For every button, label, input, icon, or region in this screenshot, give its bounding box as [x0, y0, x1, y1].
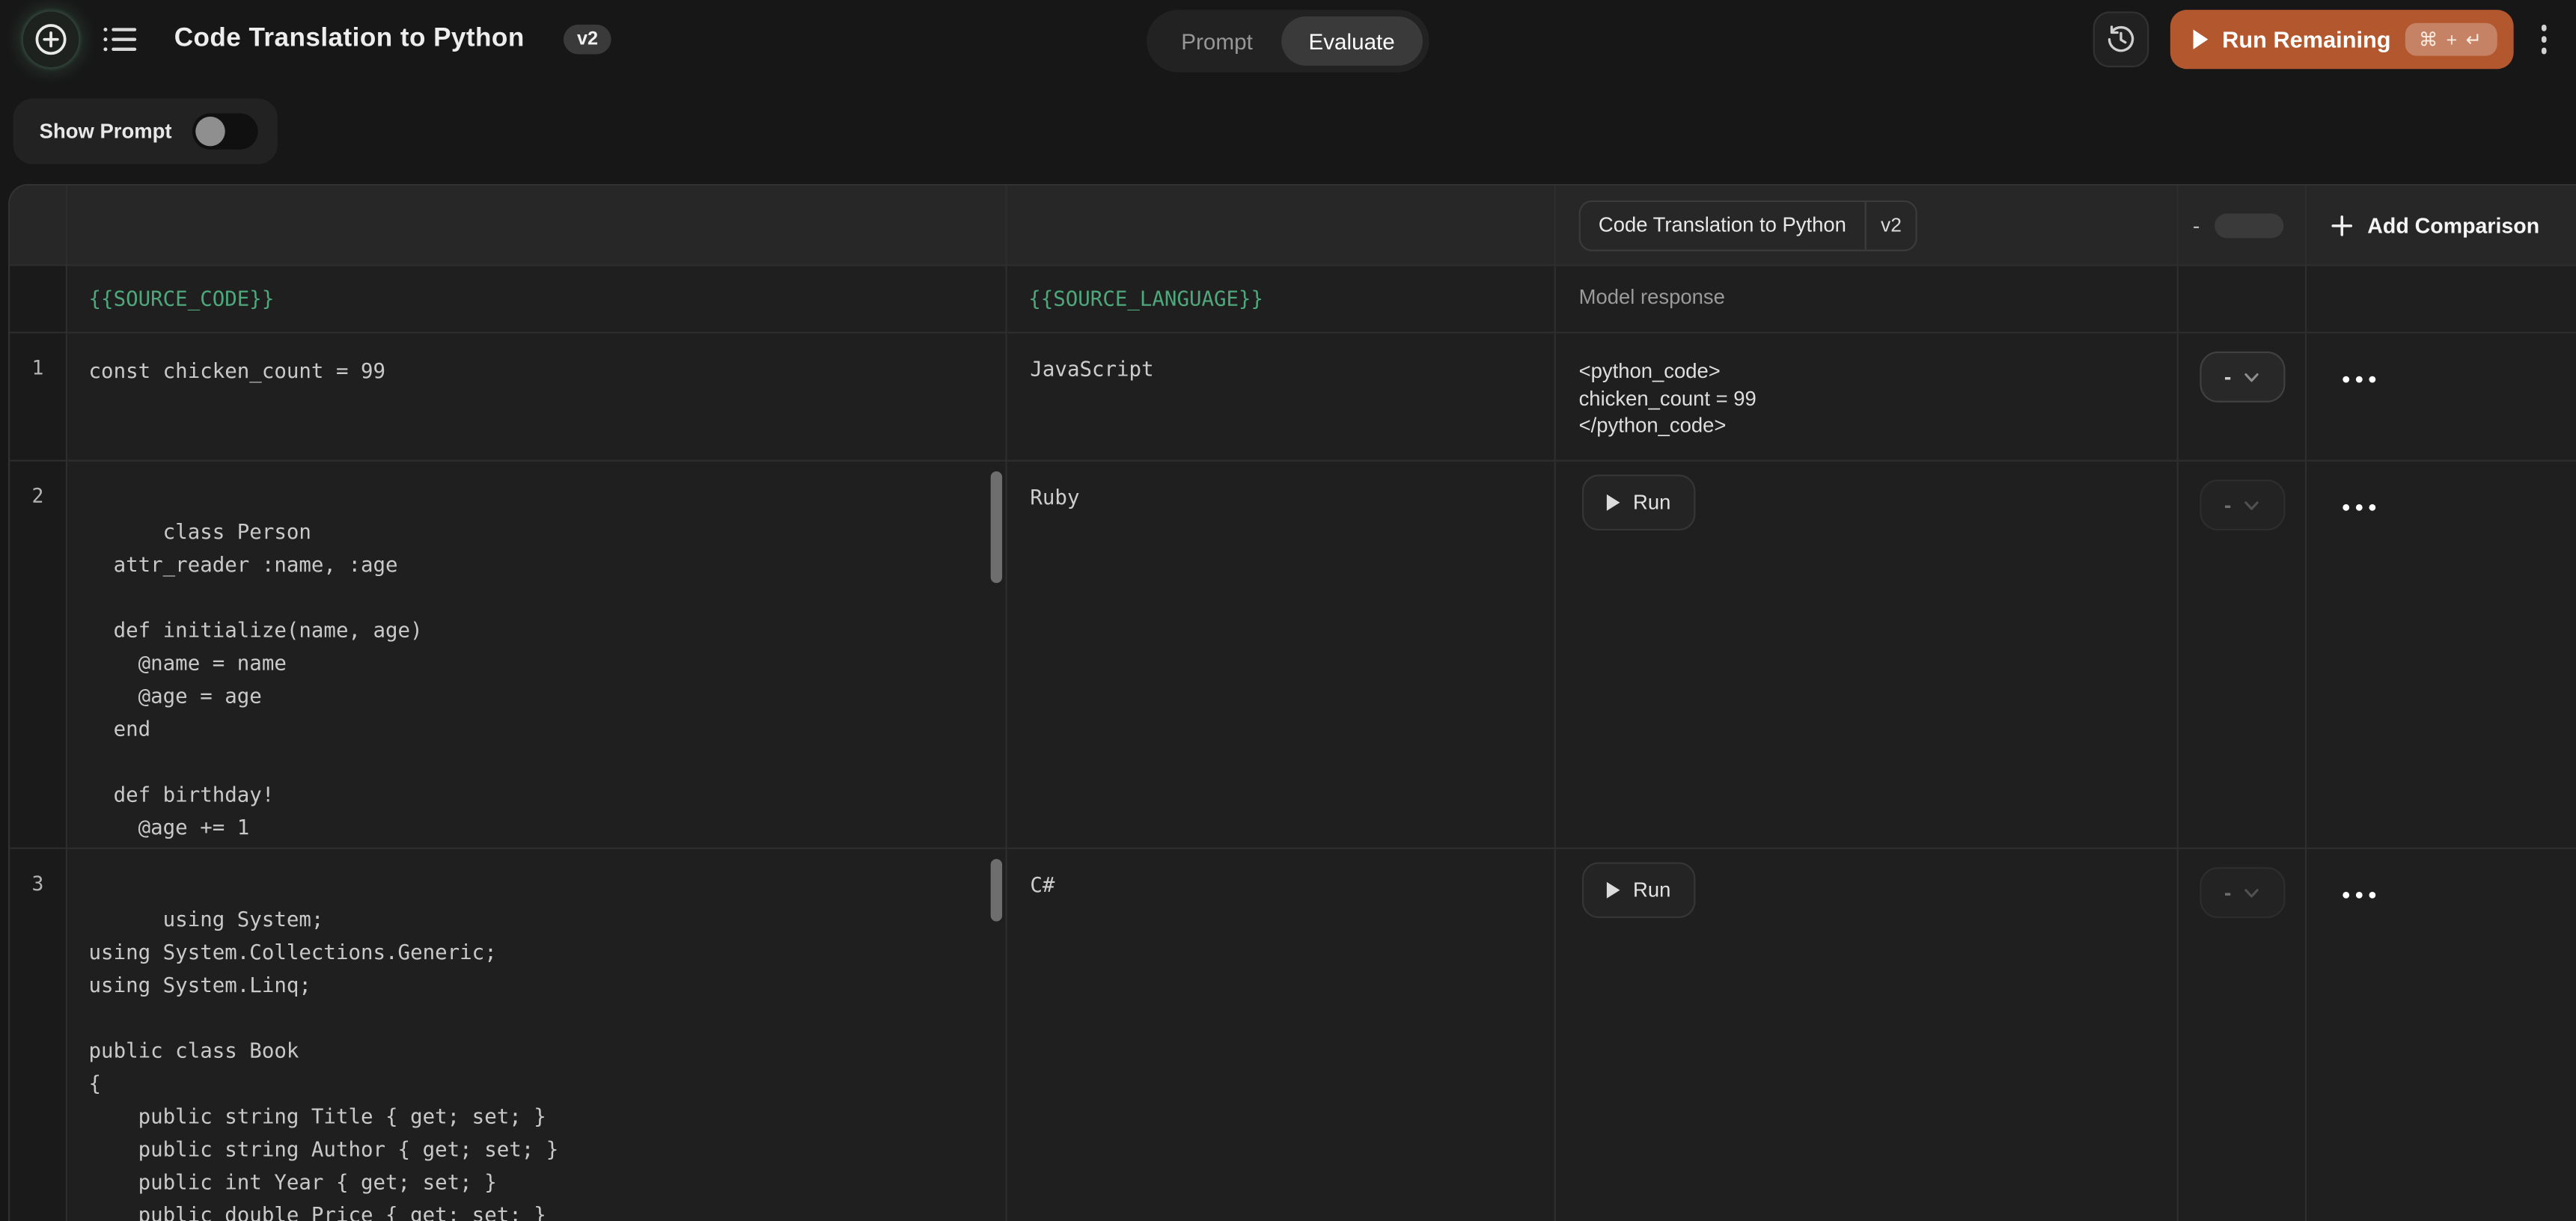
chevron-down-icon	[2244, 372, 2259, 382]
run-button[interactable]: Run	[1582, 862, 1695, 918]
shortcut-hint: ⌘ + ↵	[2405, 23, 2496, 56]
mode-tab-group: Prompt Evaluate	[1147, 10, 1429, 72]
rating-dropdown[interactable]: -	[2199, 352, 2284, 403]
header-score-cell: -	[2179, 186, 2307, 266]
tab-prompt[interactable]: Prompt	[1153, 16, 1281, 66]
source-language-cell[interactable]: JavaScript	[1007, 334, 1556, 462]
ellipsis-icon	[2342, 504, 2349, 511]
play-icon	[1607, 882, 1620, 899]
overflow-menu-button[interactable]	[2534, 19, 2553, 61]
scrollbar-thumb[interactable]	[991, 471, 1002, 583]
rating-value: -	[2224, 882, 2232, 904]
header-row-number-cell	[10, 186, 67, 266]
template-score-cell	[2179, 266, 2307, 334]
evaluation-table: Code Translation to Python v2 - Add Comp…	[8, 184, 2576, 1221]
prompt-version-selector[interactable]: Code Translation to Python v2	[1579, 200, 1918, 251]
template-row-number-cell	[10, 266, 67, 334]
rating-cell: -	[2179, 462, 2307, 849]
template-actions-cell	[2307, 266, 2576, 334]
run-remaining-label: Run Remaining	[2222, 26, 2390, 52]
prompt-version-badge: v2	[564, 25, 611, 55]
source-language-cell[interactable]: Ruby	[1007, 462, 1556, 849]
chevron-down-icon	[2244, 888, 2259, 898]
row-number: 3	[10, 849, 67, 1221]
tab-evaluate[interactable]: Evaluate	[1281, 16, 1423, 66]
source-language-variable[interactable]: {{SOURCE_LANGUAGE}}	[1007, 266, 1556, 334]
source-code-cell[interactable]: class Person attr_reader :name, :age def…	[67, 462, 1007, 849]
list-icon	[102, 25, 138, 55]
header-source-code-cell	[67, 186, 1007, 266]
play-icon	[1607, 495, 1620, 511]
scrollbar-thumb[interactable]	[991, 859, 1002, 921]
source-code-cell[interactable]: using System; using System.Collections.G…	[67, 849, 1007, 1221]
toggle-knob	[195, 117, 225, 147]
kebab-menu-icon	[2541, 25, 2547, 31]
score-placeholder: -	[2193, 212, 2200, 237]
history-button[interactable]	[2093, 11, 2149, 67]
row-number: 2	[10, 462, 67, 849]
source-language-cell[interactable]: C#	[1007, 849, 1556, 1221]
row-actions-button[interactable]	[2307, 334, 2576, 462]
source-code-text: class Person attr_reader :name, :age def…	[89, 519, 423, 849]
top-bar-left: Code Translation to Python v2	[23, 11, 611, 67]
prompt-name[interactable]: Code Translation to Python	[1581, 201, 1864, 249]
rating-value: -	[2224, 495, 2232, 516]
ellipsis-icon	[2342, 892, 2349, 899]
row-number: 1	[10, 334, 67, 462]
top-bar-right: Run Remaining ⌘ + ↵	[2093, 10, 2554, 69]
model-response-cell: Run	[1556, 849, 2179, 1221]
source-code-cell[interactable]: const chicken_count = 99	[67, 334, 1007, 462]
new-prompt-button[interactable]	[23, 11, 79, 67]
top-bar: Code Translation to Python v2 Prompt Eva…	[0, 0, 2576, 79]
run-label: Run	[1633, 878, 1670, 902]
show-prompt-section: Show Prompt	[0, 79, 2576, 164]
model-response-cell: Run	[1556, 462, 2179, 849]
history-icon	[2104, 23, 2137, 56]
app-root: Code Translation to Python v2 Prompt Eva…	[0, 0, 2576, 1221]
show-prompt-label: Show Prompt	[40, 120, 172, 143]
row-actions-button[interactable]	[2307, 849, 2576, 1221]
prompt-version[interactable]: v2	[1866, 201, 1916, 249]
model-response-column-label: Model response	[1556, 266, 2179, 334]
show-prompt-pill: Show Prompt	[13, 99, 277, 165]
rating-dropdown-disabled: -	[2199, 480, 2284, 530]
show-prompt-toggle[interactable]	[192, 113, 257, 149]
row-actions-button[interactable]	[2307, 462, 2576, 849]
run-remaining-button[interactable]: Run Remaining ⌘ + ↵	[2170, 10, 2513, 69]
rating-cell: -	[2179, 334, 2307, 462]
add-comparison-button[interactable]: Add Comparison	[2367, 212, 2539, 237]
plus-circle-icon	[31, 19, 71, 59]
ellipsis-icon	[2342, 376, 2349, 383]
header-model-cell: Code Translation to Python v2	[1556, 186, 2179, 266]
source-code-variable[interactable]: {{SOURCE_CODE}}	[67, 266, 1007, 334]
prompt-list-button[interactable]	[102, 25, 138, 55]
page-title: Code Translation to Python	[174, 25, 525, 55]
run-label: Run	[1633, 491, 1670, 514]
rating-cell: -	[2179, 849, 2307, 1221]
source-code-text: using System; using System.Collections.G…	[89, 907, 559, 1221]
plus-icon	[2331, 214, 2353, 236]
play-icon	[2193, 30, 2208, 49]
chevron-down-icon	[2244, 500, 2259, 509]
header-add-comparison-cell: Add Comparison	[2307, 186, 2576, 266]
run-button[interactable]: Run	[1582, 474, 1695, 530]
score-skeleton-bar	[2215, 212, 2283, 237]
rating-value: -	[2224, 367, 2232, 388]
model-response-cell[interactable]: <python_code> chicken_count = 99 </pytho…	[1556, 334, 2179, 462]
rating-dropdown-disabled: -	[2199, 867, 2284, 918]
header-source-language-cell	[1007, 186, 1556, 266]
